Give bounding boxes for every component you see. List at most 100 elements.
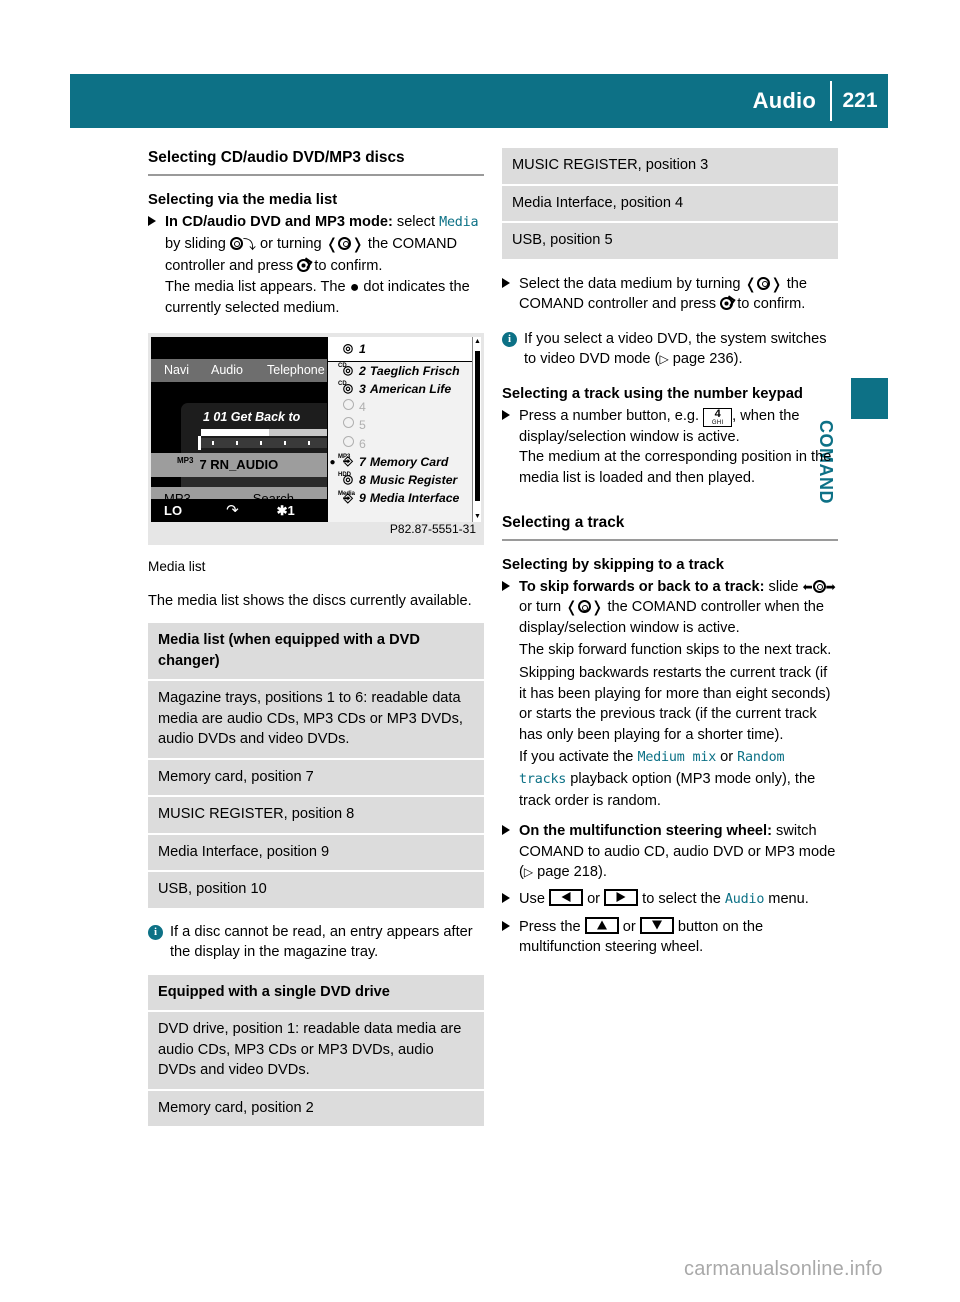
page-number: 221 (842, 89, 878, 112)
table-header-row: Equipped with a single DVD drive (148, 974, 484, 1011)
bullet-lead-text: In CD/audio DVD and MP3 mode: (165, 214, 393, 230)
media-list-item[interactable]: 6 (328, 435, 481, 453)
skip-paragraph-3: If you activate the Medium mix or Random… (519, 747, 838, 811)
bullet-text-a: Select the data medium by turning (519, 275, 745, 292)
para3-text-b: or (716, 749, 738, 766)
table-media-list-changer: Media list (when equipped with a DVD cha… (148, 623, 484, 908)
media-item-name: Media Interface (369, 491, 460, 506)
bullet-follow-text: The media list appears. The ● dot indica… (165, 277, 484, 319)
table-single-dvd-drive: Equipped with a single DVD drive DVD dri… (148, 974, 484, 1127)
media-list-item[interactable]: CD ◎ 2 Taeglich Frisch (328, 362, 481, 380)
bullet-text-a: Press a number button, e.g. (519, 407, 704, 424)
bullet-triangle-icon (502, 825, 510, 836)
controller-ring-icon-2 (577, 600, 591, 614)
bullet-skip-track: To skip forwards or back to a track: sli… (502, 577, 838, 812)
section-title-selecting-discs: Selecting CD/audio DVD/MP3 discs (148, 148, 484, 176)
media-list-item[interactable]: 4 (328, 398, 481, 416)
cd-icon-tag: CD (338, 381, 347, 388)
note-disc-unreadable: i If a disc cannot be read, an entry app… (148, 922, 484, 963)
controller-ring-icon (229, 236, 243, 250)
media-list-item[interactable]: Media ⎆ 9 Media Interface (328, 489, 481, 507)
bullet-text-b: or (583, 890, 605, 907)
note-page-ref: page 236). (668, 351, 743, 368)
turn-left-icon: ❬ (325, 234, 339, 253)
bullet-text-after-lead: select (392, 214, 440, 230)
comand-lo-label: LO (164, 502, 183, 518)
media-interface-icon: Media ⎆ (337, 488, 359, 510)
media-list-item[interactable]: ◎ 1 (328, 337, 481, 361)
bullet-triangle-icon (502, 277, 510, 288)
controller-ring-icon (812, 579, 826, 593)
comand-source-name: 7 RN_AUDIO (199, 456, 279, 472)
media-list-item[interactable]: CD ◎ 3 American Life (328, 380, 481, 398)
scroll-up-icon[interactable]: ▲ (474, 338, 481, 346)
side-tab-marker (851, 378, 888, 419)
menu-item-telephone[interactable]: Telephone (243, 360, 325, 381)
bullet-triangle-icon (502, 580, 510, 591)
menu-item-audio[interactable]: Audio (189, 360, 243, 381)
mp3-tag-icon: MP3 (177, 455, 194, 465)
comand-screen-figure: Navi Audio Telephone 1 01 Get Back to MP… (148, 332, 484, 578)
bullet-text-after-lead: slide (764, 578, 803, 595)
table-row: Media Interface, position 4 (502, 185, 838, 221)
skip-paragraph-2: Skipping backwards restarts the current … (519, 665, 831, 743)
steering-wheel-right-button-icon (604, 888, 639, 906)
bullet-text-d: menu. (764, 890, 809, 907)
subsection-selecting-via-media-list: Selecting via the media list (148, 192, 338, 208)
table-row: Magazine trays, positions 1 to 6: readab… (148, 681, 484, 758)
media-icon-tag: Media (338, 490, 356, 497)
page-ref-arrow-icon: ▷ (659, 352, 669, 367)
bullet-text-b: or (618, 918, 640, 935)
comand-display: Navi Audio Telephone 1 01 Get Back to MP… (151, 336, 481, 522)
bullet-lead-text: To skip forwards or back to a track: (519, 578, 765, 595)
steering-wheel-left-button-icon (549, 888, 584, 906)
note-text: If a disc cannot be read, an entry appea… (170, 923, 473, 961)
right-column: MUSIC REGISTER, position 3 Media Interfa… (502, 148, 838, 958)
info-icon: i (148, 924, 163, 940)
slide-right-arrow-icon: ➡ (825, 579, 836, 594)
figure-caption: Media list (148, 558, 206, 574)
slide-left-arrow-icon: ⬅ (802, 579, 813, 594)
scrollbar-thumb[interactable] (475, 350, 480, 501)
table-row: Memory card, position 7 (148, 759, 484, 796)
steering-wheel-up-button-icon (584, 916, 619, 934)
turn-right-icon: ❭ (351, 234, 364, 253)
subsection-selecting-track-keypad: Selecting a track using the number keypa… (502, 385, 803, 402)
table-row: Memory card, position 2 (148, 1090, 484, 1127)
menu-item-navi[interactable]: Navi (151, 360, 189, 381)
number-key-4-icon: 4 GHI (703, 407, 733, 427)
bullet-press-number-button: Press a number button, e.g. 4 GHI, when t… (502, 406, 838, 489)
bullet-follow-text: The medium at the corresponding position… (519, 449, 832, 487)
subsection-selecting-by-skipping: Selecting by skipping to a track (502, 556, 725, 573)
selection-dot-active (328, 451, 337, 474)
media-item-position: 1 (359, 341, 366, 356)
turn-right-icon: ❭ (770, 274, 783, 293)
media-list-item[interactable]: 5 (328, 417, 481, 435)
comand-repeat-icon: ↷ (226, 501, 239, 519)
media-item-name: American Life (369, 381, 452, 396)
page-ref-arrow-icon: ▷ (523, 865, 534, 880)
para3-text-a: If you activate the (519, 749, 638, 766)
ui-term-audio: Audio (724, 891, 765, 907)
media-item-position: 9 (359, 491, 366, 506)
media-list-row-0[interactable]: ◎ 1 (328, 336, 481, 362)
skip-paragraph-1: The skip forward function skips to the n… (519, 642, 832, 659)
bullet-text-b: or turning (255, 235, 326, 252)
bullet-select-media: In CD/audio DVD and MP3 mode: select Med… (148, 212, 484, 319)
media-list-scrollbar[interactable]: ▲ ▼ (472, 336, 481, 522)
table-row: USB, position 5 (502, 223, 838, 259)
bullet-text-c: to confirm. (733, 296, 806, 313)
comand-track-title: 1 01 Get Back to (203, 409, 301, 424)
selected-dot-icon: ● (349, 278, 360, 296)
table-row: Media Interface, position 9 (148, 834, 484, 871)
turn-right-icon: ❭ (590, 598, 604, 617)
page-header-bar: Audio 221 (70, 74, 888, 128)
ui-term-medium-mix: Medium mix (637, 750, 717, 766)
turn-left-icon: ❬ (744, 274, 758, 293)
table-row: MUSIC REGISTER, position 8 (148, 797, 484, 833)
bullet-multifunction-steering-wheel: On the multifunction steering wheel: swi… (502, 821, 838, 883)
controller-ring-icon (757, 276, 771, 290)
bullet-text-a: Use (519, 890, 550, 907)
slide-down-arrow-icon: ⤵ (242, 237, 256, 253)
bullet-use-arrows: Use or to select the Audio menu. (502, 888, 838, 911)
